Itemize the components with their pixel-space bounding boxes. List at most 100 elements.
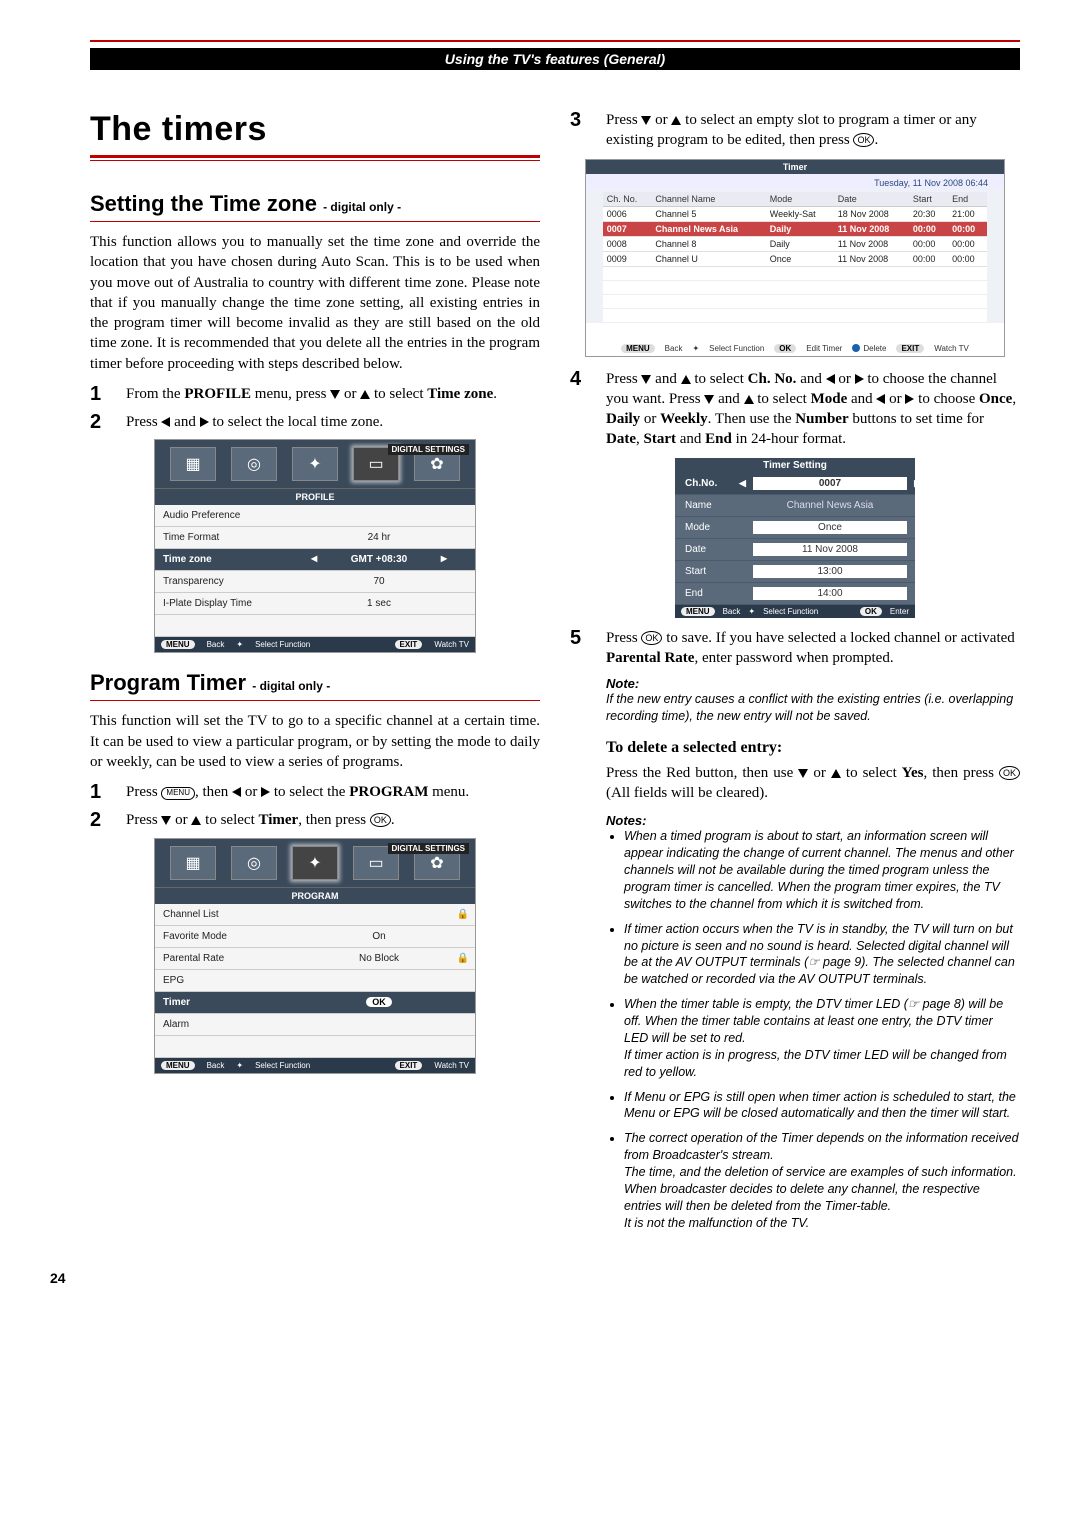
timer-title: Timer — [586, 160, 1004, 174]
ok-icon: OK — [853, 133, 874, 147]
lock-icon: 🔒 — [451, 953, 475, 964]
step-pt-2: Press or to select Timer, then press OK. — [126, 810, 540, 830]
step-number: 1 — [90, 384, 110, 404]
table-row: 0009Channel UOnce11 Nov 200800:0000:00 — [603, 251, 988, 266]
osd-icon: ▦ — [170, 447, 216, 481]
down-icon — [161, 816, 171, 825]
osd-profile: DIGITAL SETTINGS ▦ ◎ ✦ ▭ ✿ PROFILE Audio… — [155, 440, 475, 652]
left-icon — [232, 787, 241, 797]
table-row: 0006Channel 5Weekly-Sat18 Nov 200820:302… — [603, 206, 988, 221]
timer-footer: MENUBack ✦Select Function OKEdit Timer D… — [586, 341, 1004, 356]
ts-row: Ch.No.0007 — [675, 473, 915, 495]
step-number: 4 — [570, 369, 590, 450]
osd-row: I-Plate Display Time1 sec — [155, 593, 475, 615]
note-item: When the timer table is empty, the DTV t… — [624, 996, 1020, 1080]
osd-icon-active: ✦ — [292, 846, 338, 880]
down-icon — [798, 769, 808, 778]
timer-table-panel: Timer Tuesday, 11 Nov 2008 06:44 Ch. No.… — [585, 159, 1005, 357]
osd-row: Time zoneGMT +08:30 — [155, 549, 475, 571]
osd-row: Alarm — [155, 1014, 475, 1036]
ts-footer: MENUBack ✦Select Function OKEnter — [675, 605, 915, 618]
ts-row: ModeOnce — [675, 517, 915, 539]
ts-title: Timer Setting — [675, 458, 915, 473]
note-item: When a timed program is about to start, … — [624, 828, 1020, 912]
osd-row: Channel List🔒 — [155, 904, 475, 926]
osd-footer: MENUBack ✦Select Function EXITWatch TV — [155, 1058, 475, 1073]
page-title: The timers — [90, 110, 540, 149]
right-icon — [200, 417, 209, 427]
section-banner: Using the TV's features (General) — [90, 48, 1020, 70]
right-icon — [855, 374, 864, 384]
osd-icon: ◎ — [231, 846, 277, 880]
osd-band: PROGRAM — [155, 887, 475, 904]
heading-suffix: - digital only - — [252, 679, 330, 693]
notes-heading: Notes: — [606, 813, 1020, 828]
page-number: 24 — [50, 1270, 1020, 1286]
heading-suffix: - digital only - — [323, 200, 401, 214]
step-1-body: From the PROFILE menu, press or to selec… — [126, 384, 540, 404]
osd-footer: MENUBack ✦Select Function EXITWatch TV — [155, 637, 475, 652]
down-icon — [641, 375, 651, 384]
up-icon — [671, 116, 681, 125]
step-3-body: Press or to select an empty slot to prog… — [606, 110, 1020, 151]
osd-icon: ▦ — [170, 846, 216, 880]
step-5-body: Press OK to save. If you have selected a… — [606, 628, 1020, 669]
note-item: The correct operation of the Timer depen… — [624, 1130, 1020, 1231]
step-number: 2 — [90, 412, 110, 432]
step-2-body: Press and to select the local time zone. — [126, 412, 540, 432]
delete-heading: To delete a selected entry: — [606, 739, 1020, 757]
heading-text: Program Timer — [90, 670, 246, 695]
osd-row: Favorite ModeOn — [155, 926, 475, 948]
step-4-body: Press and to select Ch. No. and or to ch… — [606, 369, 1020, 450]
step-pt-1: Press MENU, then or to select the PROGRA… — [126, 782, 540, 802]
ts-row: NameChannel News Asia — [675, 495, 915, 517]
osd-program: DIGITAL SETTINGS ▦ ◎ ✦ ▭ ✿ PROGRAM Chann… — [155, 839, 475, 1073]
osd-icon: ◎ — [231, 447, 277, 481]
ts-row: End14:00 — [675, 583, 915, 605]
step-number: 3 — [570, 110, 590, 151]
step-number: 5 — [570, 628, 590, 669]
osd-icon: ✦ — [292, 447, 338, 481]
down-icon — [704, 395, 714, 404]
menu-button-icon: MENU — [161, 787, 195, 800]
up-icon — [744, 395, 754, 404]
intro-time-zone: This function allows you to manually set… — [90, 232, 540, 374]
step-number: 2 — [90, 810, 110, 830]
timer-date: Tuesday, 11 Nov 2008 06:44 — [586, 174, 1004, 190]
osd-row: Audio Preference — [155, 505, 475, 527]
note-body: If the new entry causes a conflict with … — [606, 691, 1020, 725]
osd-row: Transparency70 — [155, 571, 475, 593]
ok-icon: OK — [999, 766, 1020, 780]
heading-text: Setting the Time zone — [90, 191, 317, 216]
note-item: If timer action occurs when the TV is in… — [624, 921, 1020, 989]
note-heading: Note: — [606, 676, 1020, 691]
up-icon — [681, 375, 691, 384]
down-icon — [330, 390, 340, 399]
note-item: If Menu or EPG is still open when timer … — [624, 1089, 1020, 1123]
osd-tag: DIGITAL SETTINGS — [388, 444, 469, 455]
intro-program-timer: This function will set the TV to go to a… — [90, 711, 540, 772]
osd-row: Time Format24 hr — [155, 527, 475, 549]
lock-icon: 🔒 — [451, 909, 475, 920]
ts-row: Start13:00 — [675, 561, 915, 583]
heading-program-timer: Program Timer - digital only - — [90, 670, 540, 696]
osd-row: TimerOK — [155, 992, 475, 1014]
ok-icon: OK — [641, 631, 662, 645]
table-row: 0007Channel News AsiaDaily11 Nov 200800:… — [603, 221, 988, 236]
osd-tag: DIGITAL SETTINGS — [388, 843, 469, 854]
heading-time-zone: Setting the Time zone - digital only - — [90, 191, 540, 217]
osd-row: Parental RateNo Block🔒 — [155, 948, 475, 970]
table-row: 0008Channel 8Daily11 Nov 200800:0000:00 — [603, 236, 988, 251]
ts-row: Date11 Nov 2008 — [675, 539, 915, 561]
left-icon — [826, 374, 835, 384]
down-icon — [641, 116, 651, 125]
up-icon — [831, 769, 841, 778]
timer-setting-panel: Timer Setting Ch.No.0007NameChannel News… — [675, 458, 915, 618]
osd-row: EPG — [155, 970, 475, 992]
step-number: 1 — [90, 782, 110, 802]
osd-band: PROFILE — [155, 488, 475, 505]
delete-body: Press the Red button, then use or to sel… — [606, 763, 1020, 804]
notes-list: When a timed program is about to start, … — [606, 828, 1020, 1231]
up-icon — [360, 390, 370, 399]
ok-icon: OK — [370, 813, 391, 827]
